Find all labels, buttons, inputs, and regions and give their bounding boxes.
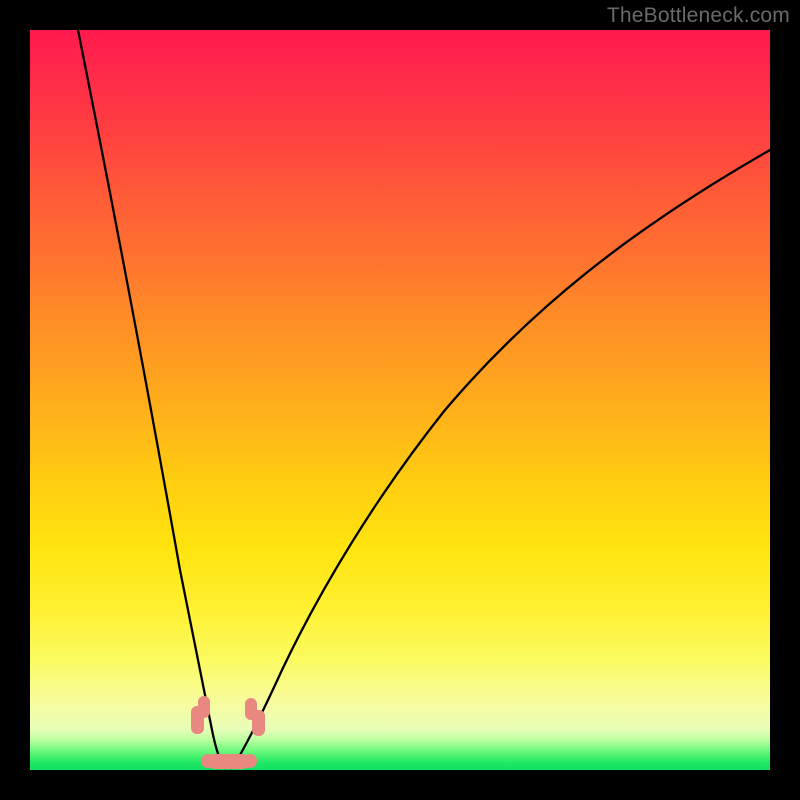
watermark-text: TheBottleneck.com <box>607 4 790 28</box>
chart-frame: TheBottleneck.com <box>0 0 800 800</box>
marker-right-cluster <box>245 698 265 736</box>
curve-left-branch <box>78 30 225 768</box>
marker-left-cluster <box>191 696 210 734</box>
marker-bottom-bar <box>201 754 257 769</box>
plot-area <box>30 30 770 770</box>
curve-right-branch <box>232 150 770 768</box>
curve-layer <box>30 30 770 770</box>
